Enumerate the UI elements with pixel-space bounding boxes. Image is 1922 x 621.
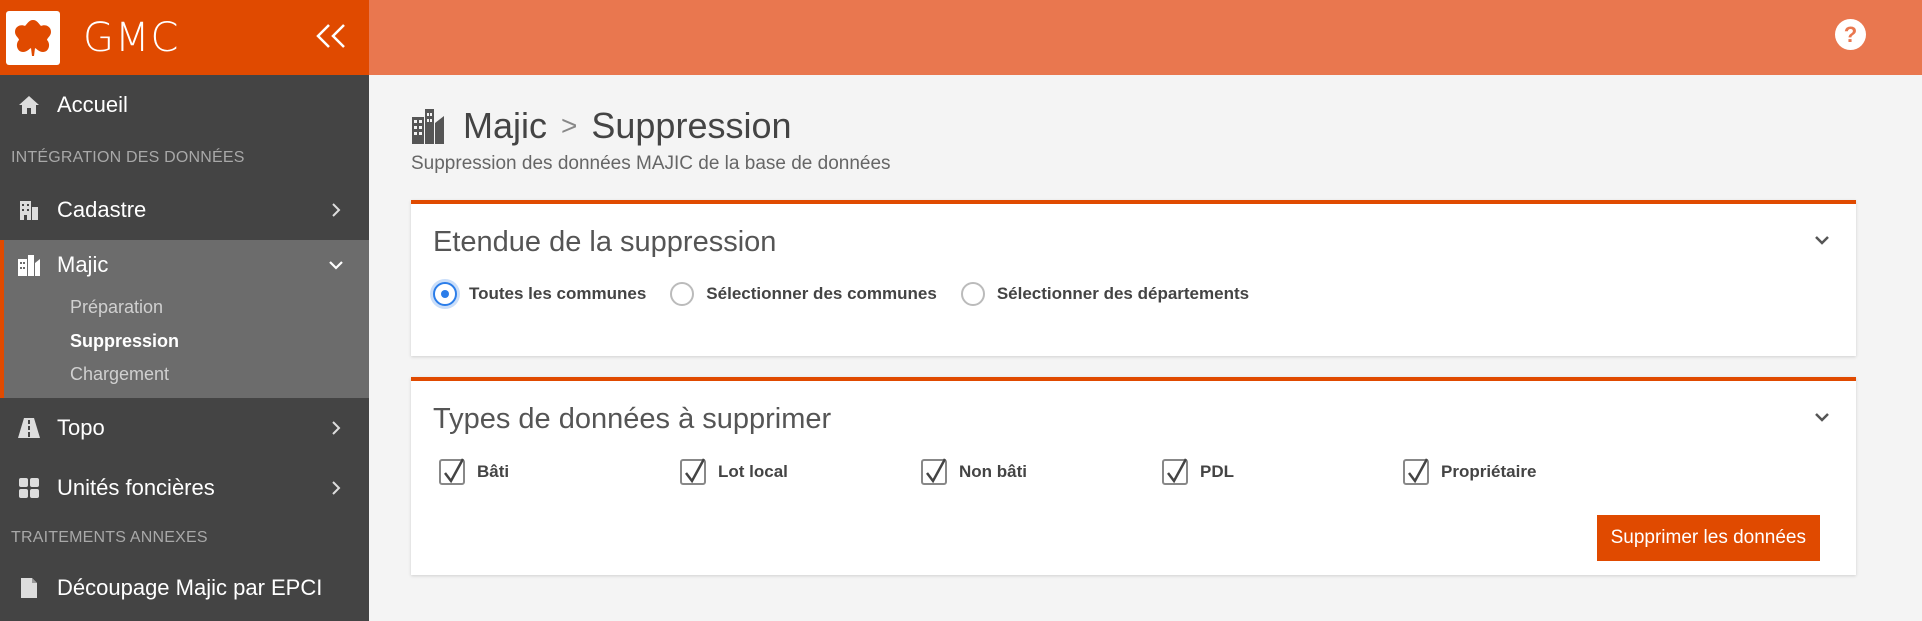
chevron-right-icon — [332, 481, 341, 495]
radio-option-all-communes[interactable]: Toutes les communes — [433, 282, 646, 306]
chevron-right-icon — [332, 203, 341, 217]
sidebar-item-label: Découpage Majic par EPCI — [57, 575, 323, 600]
section-label-integration: INTÉGRATION DES DONNÉES — [11, 148, 245, 166]
sidebar-item-label: Cadastre — [57, 197, 147, 222]
chevron-right-icon — [332, 421, 341, 435]
main-content: Majic > Suppression Suppression des donn… — [369, 75, 1922, 621]
sidebar-subitem-preparation[interactable]: Préparation — [4, 290, 369, 324]
checkbox-option-proprietaire[interactable]: Propriétaire — [1403, 458, 1644, 485]
sidebar-item-label: Accueil — [57, 92, 128, 117]
radio-option-select-communes[interactable]: Sélectionner des communes — [670, 282, 937, 306]
checkbox[interactable] — [1162, 458, 1188, 485]
city-icon — [412, 109, 444, 144]
road-icon — [17, 416, 41, 440]
help-icon[interactable]: ? — [1835, 19, 1866, 50]
radio-option-select-departements[interactable]: Sélectionner des départements — [960, 282, 1249, 306]
breadcrumb-separator: > — [561, 110, 578, 141]
radio-button[interactable] — [960, 282, 985, 306]
data-types-checkbox-group: Bâti Lot local Non bâti PDL Propriétaire — [439, 458, 1644, 485]
chevron-down-icon[interactable] — [1810, 405, 1834, 429]
sidebar-item-unites-foncieres[interactable]: Unités foncières — [0, 458, 369, 518]
brand-header: GMC — [0, 0, 369, 75]
scope-card-title: Etendue de la suppression — [433, 226, 777, 258]
app-name: GMC — [83, 14, 180, 61]
page-title: Majic — [463, 105, 548, 146]
sidebar-item-accueil[interactable]: Accueil — [0, 75, 369, 135]
page-description: Suppression des données MAJIC de la base… — [411, 153, 891, 174]
checkbox-option-pdl[interactable]: PDL — [1162, 458, 1403, 485]
sidebar-item-label: Unités foncières — [57, 475, 215, 500]
sidebar-subitem-chargement[interactable]: Chargement — [4, 358, 369, 398]
top-bar: ? — [369, 0, 1922, 75]
delete-data-button[interactable]: Supprimer les données — [1596, 515, 1820, 561]
scope-card: Etendue de la suppression Toutes les com… — [411, 200, 1856, 356]
checkbox[interactable] — [1403, 458, 1429, 485]
city-icon — [17, 253, 41, 277]
collapse-sidebar-icon[interactable] — [311, 18, 351, 54]
chevron-down-icon[interactable] — [1810, 228, 1834, 252]
grid-icon — [17, 476, 41, 500]
app-logo — [6, 10, 60, 65]
checkbox[interactable] — [439, 458, 465, 485]
sidebar: GMC Accueil INTÉGRATION DES DONNÉES Cada… — [0, 0, 369, 621]
checkbox[interactable] — [680, 458, 706, 485]
sidebar-item-label: Majic — [57, 252, 109, 277]
sidebar-subitem-suppression[interactable]: Suppression — [4, 324, 369, 358]
data-types-card: Types de données à supprimer Bâti Lot lo… — [411, 377, 1856, 575]
page-header: Majic > Suppression Suppression des donn… — [411, 105, 891, 175]
checkbox-option-lot-local[interactable]: Lot local — [680, 458, 921, 485]
scope-radio-group: Toutes les communes Sélectionner des com… — [433, 282, 1273, 306]
checkbox[interactable] — [921, 458, 947, 485]
sidebar-item-majic[interactable]: Majic — [4, 240, 369, 290]
file-icon — [17, 576, 41, 600]
sidebar-item-decoupage[interactable]: Découpage Majic par EPCI — [0, 558, 369, 618]
page-subtitle-title: Suppression — [591, 105, 792, 146]
checkbox-option-bati[interactable]: Bâti — [439, 458, 680, 485]
sidebar-group-majic: Majic Préparation Suppression Chargement — [0, 240, 369, 398]
section-label-traitements: TRAITEMENTS ANNEXES — [11, 529, 208, 546]
home-icon — [17, 93, 41, 117]
building-icon — [17, 198, 41, 222]
sidebar-item-label: Topo — [57, 415, 105, 440]
data-types-card-title: Types de données à supprimer — [433, 403, 832, 435]
radio-button[interactable] — [670, 282, 695, 306]
sidebar-item-topo[interactable]: Topo — [0, 398, 369, 458]
checkbox-option-non-bati[interactable]: Non bâti — [921, 458, 1162, 485]
chevron-down-icon — [329, 261, 343, 270]
sidebar-item-cadastre[interactable]: Cadastre — [0, 180, 369, 240]
radio-button[interactable] — [433, 282, 457, 306]
